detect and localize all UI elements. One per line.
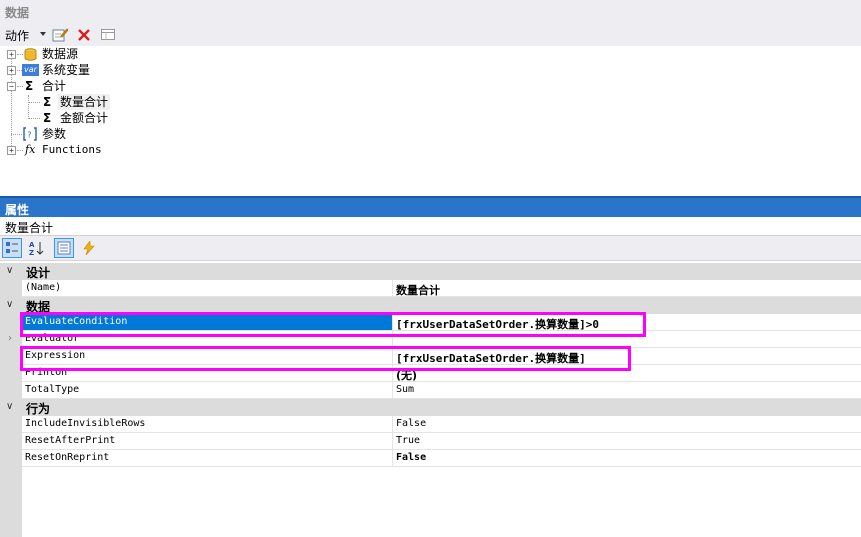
tree-label: 数量合计 xyxy=(58,94,111,110)
property-row-evaluate-condition[interactable]: EvaluateCondition [frxUserDataSetOrder.换… xyxy=(0,314,861,331)
property-name: Evaluator xyxy=(25,333,80,344)
chevron-down-icon[interactable]: ∨ xyxy=(6,401,13,412)
property-list-icon xyxy=(57,241,71,255)
object-selector[interactable]: 数量合计 xyxy=(0,217,861,236)
category-label: 行为 xyxy=(26,402,51,416)
category-label: 设计 xyxy=(26,266,51,280)
edit-icon xyxy=(52,28,68,42)
data-panel-title-bar: 数据 xyxy=(0,0,861,24)
tree-item-system-variables[interactable]: + var 系统变量 xyxy=(0,62,300,78)
database-icon xyxy=(23,47,37,61)
properties-panel: 属性 数量合计 A Z ∨ 设计 (Name) 数量合计 ∨ 数据 Evalua… xyxy=(0,196,861,537)
tree-label: 金额合计 xyxy=(60,111,109,125)
category-data[interactable]: ∨ 数据 xyxy=(0,297,861,314)
sigma-icon: Σ xyxy=(43,95,52,109)
property-row-expression[interactable]: Expression [frxUserDataSetOrder.换算数量] xyxy=(0,348,861,365)
property-name: ResetAfterPrint xyxy=(25,435,116,446)
tree-label: 合计 xyxy=(42,79,67,93)
property-value[interactable]: False xyxy=(396,418,426,429)
property-row-reset-on-reprint[interactable]: ResetOnReprint False xyxy=(0,450,861,467)
delete-icon xyxy=(78,29,90,41)
property-name: IncludeInvisibleRows xyxy=(25,418,146,429)
tree-item-totals[interactable]: − Σ 合计 xyxy=(0,78,300,94)
property-row-include-invisible-rows[interactable]: IncludeInvisibleRows False xyxy=(0,416,861,433)
property-row-print-on[interactable]: PrintOn (无) xyxy=(0,365,861,382)
property-name: TotalType xyxy=(25,384,80,395)
expand-button[interactable]: + xyxy=(7,66,16,75)
properties-title-bar: 属性 xyxy=(0,196,861,217)
function-icon: fx xyxy=(25,143,36,156)
chevron-down-icon[interactable]: ∨ xyxy=(6,299,13,310)
properties-title: 属性 xyxy=(5,203,30,217)
tree-item-parameters[interactable]: ? 参数 xyxy=(0,126,300,142)
tree-label: Functions xyxy=(42,143,102,156)
property-name: EvaluateCondition xyxy=(25,316,128,327)
category-label: 数据 xyxy=(26,300,51,314)
property-name: PrintOn xyxy=(25,367,68,378)
sigma-icon: Σ xyxy=(43,111,52,125)
property-value[interactable]: False xyxy=(396,452,426,463)
property-name: Expression xyxy=(25,350,86,361)
property-value[interactable]: [frxUserDataSetOrder.换算数量] xyxy=(396,350,586,366)
property-row-evaluator[interactable]: › Evaluator xyxy=(0,331,861,348)
grid-left-margin xyxy=(0,467,22,537)
properties-toolbar: A Z xyxy=(0,236,861,261)
property-value[interactable]: Sum xyxy=(396,384,414,395)
property-value[interactable]: [frxUserDataSetOrder.换算数量]>0 xyxy=(396,316,599,332)
sort-az-icon: A Z xyxy=(29,241,44,256)
svg-text:?: ? xyxy=(27,131,31,140)
alphabetical-button[interactable]: A Z xyxy=(26,238,46,258)
tree-label: 系统变量 xyxy=(42,63,91,77)
svg-text:A: A xyxy=(29,241,35,249)
view-button[interactable] xyxy=(99,26,117,44)
property-value[interactable]: (无) xyxy=(396,367,417,383)
actions-dropdown-label[interactable]: 动作 xyxy=(5,27,29,44)
expand-button[interactable]: + xyxy=(7,146,16,155)
tree-item-total-amount[interactable]: Σ 金额合计 xyxy=(0,110,300,126)
data-toolbar: 动作 xyxy=(0,24,861,46)
events-button[interactable] xyxy=(79,238,99,258)
property-row-total-type[interactable]: TotalType Sum xyxy=(0,382,861,399)
data-tree: + 数据源 + var 系统变量 − Σ 合计 Σ 数量合计 Σ 金额合计 ? … xyxy=(0,46,861,196)
property-name: (Name) xyxy=(25,282,62,293)
categorized-button[interactable] xyxy=(2,238,22,258)
tree-label: 数据源 xyxy=(42,47,79,61)
property-name: ResetOnReprint xyxy=(25,452,110,463)
delete-button[interactable] xyxy=(75,26,93,44)
tree-label: 参数 xyxy=(42,127,67,141)
variable-icon: var xyxy=(22,64,39,76)
edit-button[interactable] xyxy=(51,26,69,44)
categorized-icon xyxy=(6,242,18,253)
category-design[interactable]: ∨ 设计 xyxy=(0,263,861,280)
tree-item-functions[interactable]: + fx Functions xyxy=(0,142,300,158)
actions-dropdown-arrow-icon[interactable] xyxy=(40,32,46,36)
parameter-icon: ? xyxy=(23,127,37,141)
tree-item-datasource[interactable]: + 数据源 xyxy=(0,46,300,62)
expand-button[interactable]: + xyxy=(7,50,16,59)
category-behavior[interactable]: ∨ 行为 xyxy=(0,399,861,416)
collapse-button[interactable]: − xyxy=(7,82,16,91)
object-name: 数量合计 xyxy=(5,221,54,235)
sigma-icon: Σ xyxy=(25,79,34,93)
svg-text:Z: Z xyxy=(29,249,34,256)
chevron-right-icon[interactable]: › xyxy=(8,333,12,344)
properties-button[interactable] xyxy=(54,238,74,258)
property-row-name[interactable]: (Name) 数量合计 xyxy=(0,280,861,297)
property-row-reset-after-print[interactable]: ResetAfterPrint True xyxy=(0,433,861,450)
property-value[interactable]: True xyxy=(396,435,420,446)
tree-item-total-quantity[interactable]: Σ 数量合计 xyxy=(0,94,300,110)
property-value[interactable]: 数量合计 xyxy=(396,282,440,298)
lightning-icon xyxy=(83,241,95,255)
grid-view-icon xyxy=(101,29,115,40)
chevron-down-icon[interactable]: ∨ xyxy=(6,265,13,276)
data-panel: 数据 动作 + 数据源 + var 系统变量 − Σ 合计 Σ 数量合计 Σ 金… xyxy=(0,0,861,196)
data-panel-title: 数据 xyxy=(5,6,30,20)
